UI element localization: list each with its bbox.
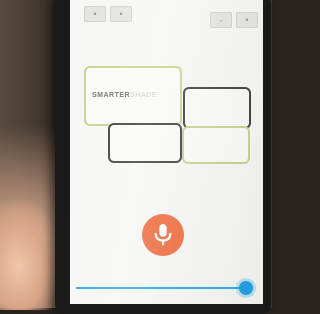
top-right-button-b[interactable]: • bbox=[236, 12, 258, 28]
hand-thumb bbox=[0, 200, 60, 310]
shade-panel-bottom-right[interactable] bbox=[182, 126, 250, 164]
brand-logo-light: SHADE bbox=[130, 92, 157, 99]
top-left-button-b[interactable]: • bbox=[110, 6, 132, 22]
phone-screen: • • – • SMARTERSHADE bbox=[70, 0, 263, 304]
shade-panel-bottom-left[interactable] bbox=[108, 123, 182, 163]
level-slider-thumb[interactable] bbox=[239, 281, 253, 295]
microphone-icon bbox=[154, 224, 172, 246]
brand-logo: SMARTERSHADE bbox=[92, 92, 157, 99]
shade-panel-logo[interactable]: SMARTERSHADE bbox=[84, 66, 182, 126]
microphone-button[interactable] bbox=[142, 214, 184, 256]
shade-panel-top-right[interactable] bbox=[183, 87, 251, 129]
top-right-button-a[interactable]: – bbox=[210, 12, 232, 28]
brand-logo-bold: SMARTER bbox=[92, 92, 131, 99]
top-left-button-a[interactable]: • bbox=[84, 6, 106, 22]
level-slider-track[interactable] bbox=[76, 287, 246, 289]
